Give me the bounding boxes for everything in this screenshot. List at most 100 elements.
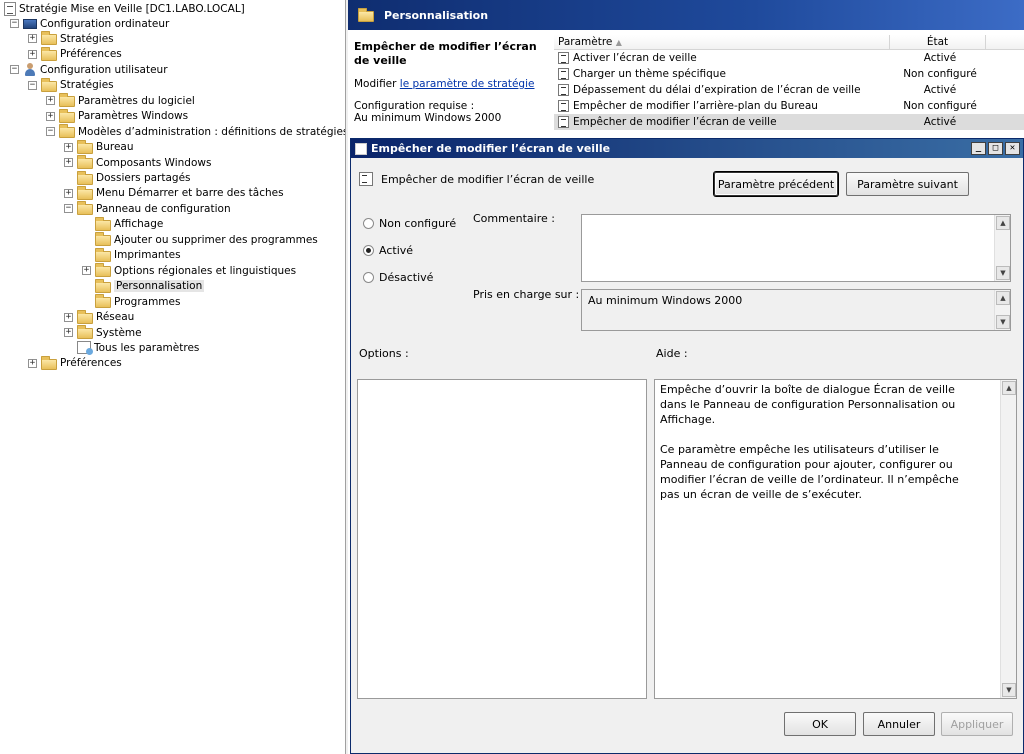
tree-node[interactable]: − Stratégies [28, 77, 114, 93]
tree-root[interactable]: Stratégie Mise en Veille [DC1.LABO.LOCAL… [4, 1, 245, 16]
apply-button[interactable]: Appliquer [941, 712, 1013, 736]
tree-node-label: Affichage [114, 218, 164, 231]
radio-enabled[interactable]: Activé [363, 244, 413, 257]
scroll-up-icon[interactable]: ▲ [1002, 381, 1016, 395]
tree-node[interactable]: − Modèles d’administration : définitions … [46, 124, 345, 139]
tree-node[interactable]: + Composants Windows [64, 155, 211, 170]
tree-node[interactable]: − Configuration ordinateur [10, 16, 169, 31]
cancel-button[interactable]: Annuler [863, 712, 935, 736]
tree-node[interactable]: Imprimantes [82, 247, 181, 263]
comment-label: Commentaire : [473, 212, 555, 225]
expand-icon[interactable]: + [64, 158, 73, 168]
tree-node[interactable]: − Panneau de configuration [64, 201, 231, 216]
setting-row[interactable]: Charger un thème spécifique Non configuré [554, 66, 1024, 82]
tree-node[interactable]: + Système [64, 325, 142, 340]
folder-icon [41, 31, 57, 46]
help-scrollbar[interactable]: ▲ ▼ [1000, 380, 1016, 698]
details-header: Personnalisation [348, 0, 1024, 30]
setting-row[interactable]: Empêcher de modifier l’écran de veille Ac… [554, 114, 1024, 130]
collapse-icon[interactable]: − [64, 204, 73, 214]
setting-row[interactable]: Empêcher de modifier l’arrière-plan du B… [554, 98, 1024, 114]
radio-dot [363, 272, 374, 283]
tree-node[interactable]: + Bureau [64, 139, 134, 155]
scroll-up-icon[interactable]: ▲ [996, 291, 1010, 305]
policy-object-icon [4, 1, 16, 16]
scroll-down-icon[interactable]: ▼ [996, 315, 1010, 329]
expand-icon[interactable]: + [64, 328, 73, 337]
setting-name: Empêcher de modifier l’écran de veille [573, 116, 777, 128]
tree-node[interactable]: + Menu Démarrer et barre des tâches [64, 185, 284, 201]
expand-icon[interactable]: + [28, 34, 37, 44]
ok-button[interactable]: OK [784, 712, 856, 736]
expand-icon[interactable]: + [28, 358, 37, 368]
next-setting-button[interactable]: Paramètre suivant [846, 172, 969, 196]
folder-icon [41, 355, 57, 370]
supported-scrollbar[interactable]: ▲ ▼ [994, 290, 1010, 330]
dialog-titlebar[interactable]: Empêcher de modifier l’écran de veille _… [351, 139, 1023, 158]
column-header-etat[interactable]: État [890, 35, 986, 49]
tree-node-label: Programmes [114, 295, 181, 308]
collapse-icon[interactable]: − [28, 80, 37, 90]
setting-name: Dépassement du délai d’expiration de l’é… [573, 84, 861, 96]
maximize-button[interactable]: □ [988, 142, 1003, 155]
setting-state: Non configuré [903, 100, 977, 112]
tree-node-label: Paramètres du logiciel [78, 94, 195, 107]
setting-row[interactable]: Activer l’écran de veille Activé [554, 50, 1024, 66]
console-tree[interactable]: Stratégie Mise en Veille [DC1.LABO.LOCAL… [0, 0, 346, 754]
expand-icon[interactable]: + [46, 111, 55, 121]
expand-icon[interactable]: + [64, 142, 73, 152]
tree-node[interactable]: Dossiers partagés [64, 170, 191, 186]
radio-not-configured[interactable]: Non configuré [363, 217, 456, 230]
tree-node[interactable]: Programmes [82, 294, 180, 309]
tree-node-label: Système [96, 326, 142, 339]
tree-node[interactable]: + Options régionales et linguistiques [82, 263, 296, 278]
scroll-up-icon[interactable]: ▲ [996, 216, 1010, 230]
folder-icon [77, 185, 93, 200]
setting-row[interactable]: Dépassement du délai d’expiration de l’é… [554, 82, 1024, 98]
user-icon [23, 62, 37, 77]
tree-node[interactable]: + Réseau [64, 309, 134, 325]
tree-node-label: Préférences [60, 48, 122, 61]
tree-node-label: Personnalisation [114, 280, 205, 293]
close-button[interactable]: ✕ [1005, 142, 1020, 155]
tree-node[interactable]: + Paramètres du logiciel [46, 93, 195, 108]
previous-setting-button[interactable]: Paramètre précédent [714, 172, 838, 196]
edit-policy-link[interactable]: le paramètre de stratégie [400, 78, 535, 90]
collapse-icon[interactable]: − [46, 127, 55, 137]
tree-node[interactable]: + Stratégies [28, 31, 114, 46]
tree-node[interactable]: − Configuration utilisateur [10, 62, 168, 77]
collapse-icon[interactable]: − [10, 65, 19, 75]
setting-state: Non configuré [903, 68, 977, 80]
supported-on-label: Pris en charge sur : [473, 288, 580, 301]
tree-node-label: Paramètres Windows [78, 110, 189, 123]
comment-scrollbar[interactable]: ▲ ▼ [994, 215, 1010, 281]
setting-name: Empêcher de modifier l’écran de veille [381, 172, 595, 186]
scroll-down-icon[interactable]: ▼ [996, 266, 1010, 280]
minimize-button[interactable]: _ [971, 142, 986, 155]
tree-node[interactable]: + Préférences [28, 355, 122, 371]
setting-state: Activé [923, 84, 957, 96]
tree-node[interactable]: Affichage [82, 216, 164, 232]
scroll-down-icon[interactable]: ▼ [1002, 683, 1016, 697]
settings-list[interactable]: Paramètre ▲ État Activer l’écran de veil… [554, 35, 1024, 135]
expand-icon[interactable]: + [64, 188, 73, 198]
expand-icon[interactable]: + [64, 312, 73, 322]
expand-icon[interactable]: + [82, 266, 91, 276]
details-header-title: Personnalisation [384, 8, 489, 22]
tree-node[interactable]: + Paramètres Windows [46, 108, 189, 124]
tree-node[interactable]: Personnalisation [82, 278, 205, 294]
tree-node[interactable]: Ajouter ou supprimer des programmes [82, 232, 318, 247]
policy-setting-icon [558, 100, 569, 112]
expand-icon[interactable]: + [46, 96, 55, 106]
collapse-icon[interactable]: − [10, 19, 19, 28]
radio-dot [363, 218, 374, 229]
radio-disabled[interactable]: Désactivé [363, 271, 433, 284]
column-header-parametre[interactable]: Paramètre ▲ [554, 35, 890, 49]
tree-node[interactable]: + Préférences [28, 46, 122, 62]
tree-node[interactable]: Tous les paramètres [64, 340, 199, 356]
comment-textarea[interactable]: ▲ ▼ [581, 214, 1011, 282]
requirement-label: Configuration requise : [354, 100, 475, 112]
expand-icon[interactable]: + [28, 49, 37, 59]
